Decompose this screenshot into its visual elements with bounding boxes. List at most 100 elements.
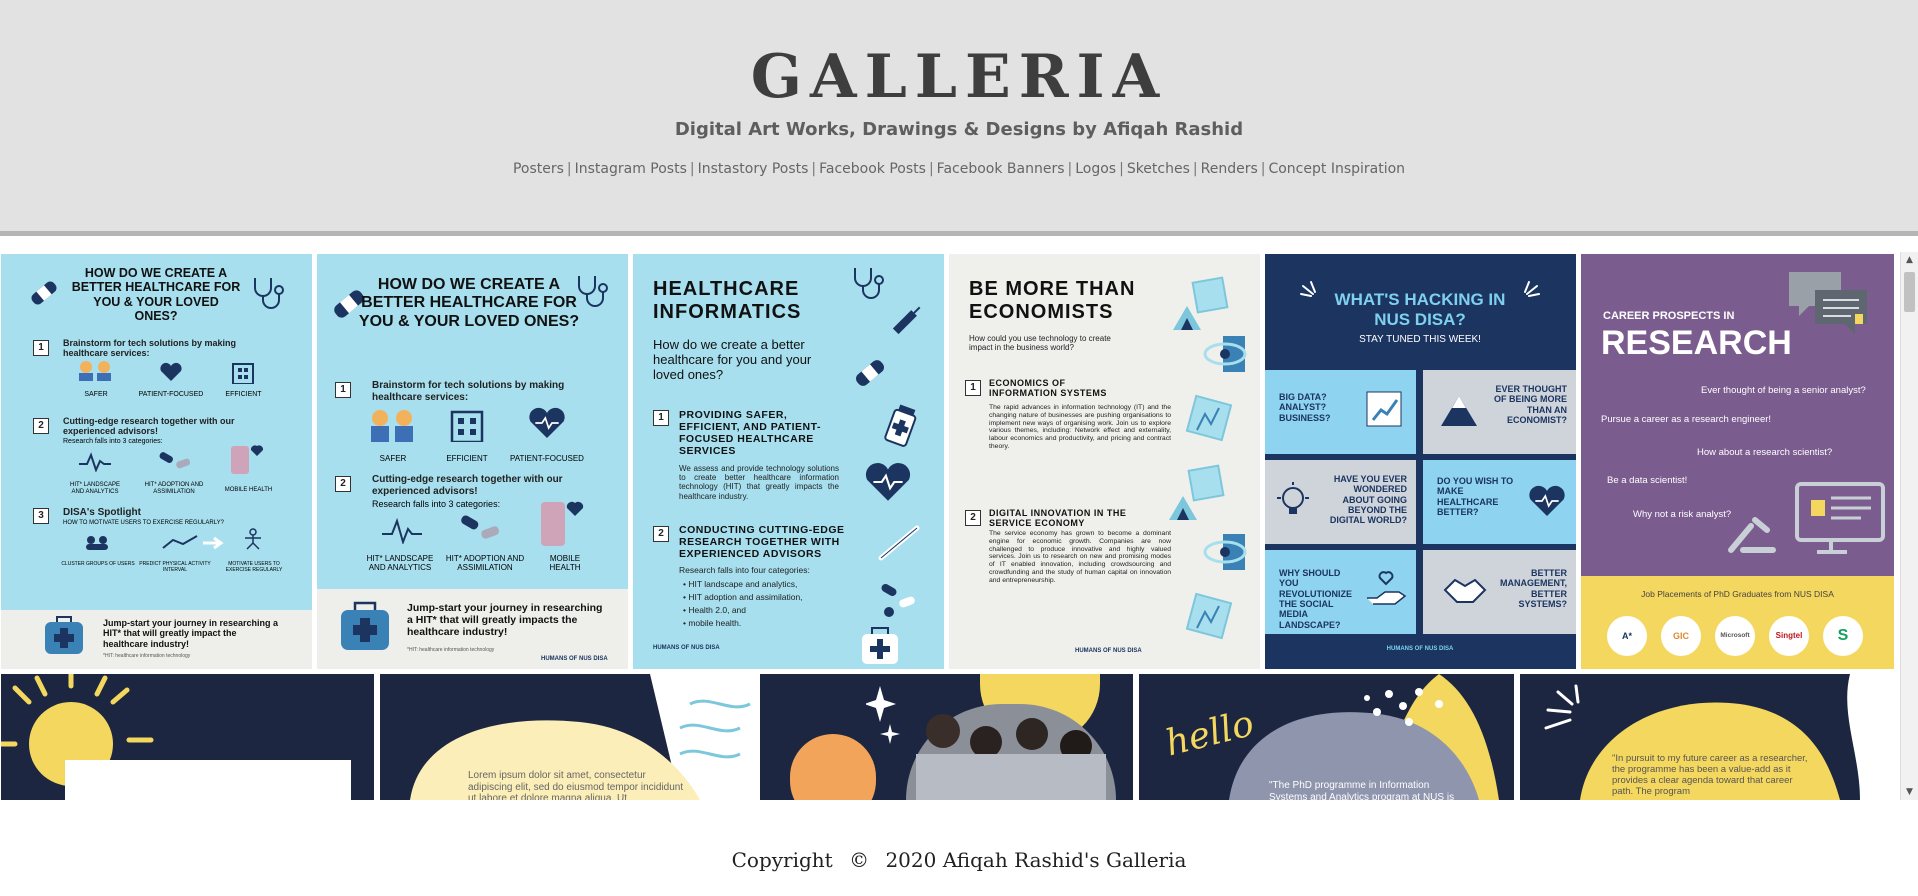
nav-link-posters[interactable]: Posters [513, 161, 564, 177]
nav-link-logos[interactable]: Logos [1075, 161, 1116, 177]
gallery-item-hello-post[interactable]: hello "The PhD programme in Information … [1139, 674, 1514, 800]
gallery-grid[interactable]: HOW DO WE CREATE A BETTER HEALTHCARE FOR… [0, 252, 1918, 800]
step-text: Brainstorm for tech solutions by making … [372, 380, 565, 403]
mountain-icon [1441, 396, 1477, 426]
site-header: GALLERIA Digital Art Works, Drawings & D… [0, 0, 1918, 236]
chart-icon [1169, 464, 1225, 520]
list-item: • HIT landscape and analytics, [683, 579, 798, 589]
icon-label: CLUSTER GROUPS OF USERS [61, 561, 135, 567]
company-logo: A* [1607, 616, 1647, 656]
poster-title: RESEARCH [1601, 324, 1792, 362]
nav-link-instagram-posts[interactable]: Instagram Posts [575, 161, 687, 177]
gallery-item-healthcare-poster-2[interactable]: HOW DO WE CREATE A BETTER HEALTHCARE FOR… [317, 254, 628, 669]
poster-title: HEALTHCARE INFORMATICS [653, 278, 802, 323]
doctors-icon [371, 410, 413, 442]
category-nav: Posters | Instagram Posts | Instastory Posts… [0, 161, 1918, 177]
icon-label: HIT* LANDSCAPE AND ANALYTICS [366, 554, 434, 573]
poster-footnote: *HIT: healthcare information technology [103, 653, 191, 659]
icon-label: MOBILE HEALTH [224, 487, 273, 493]
list-item: • mobile health. [683, 618, 742, 628]
post-quote: "The PhD programme in Information System… [1269, 780, 1455, 800]
step-number: 1 [33, 340, 49, 356]
scrollbar-thumb[interactable] [1904, 272, 1915, 312]
gallery-item-healthcare-poster-1[interactable]: HOW DO WE CREATE A BETTER HEALTHCARE FOR… [1, 254, 312, 669]
step-number: 2 [33, 418, 49, 434]
nav-link-instastory-posts[interactable]: Instastory Posts [698, 161, 809, 177]
poster-subtitle: How do we create a better healthcare for… [653, 337, 812, 382]
grid-cell-text: DO YOU WISH TO MAKE HEALTHCARE BETTER? [1437, 476, 1514, 518]
grid-cell: EVER THOUGHT OF BEING MORE THAN AN ECONO… [1423, 370, 1576, 454]
copyright-label: Copyright [731, 848, 833, 872]
poster-title: HOW DO WE CREATE A BETTER HEALTHCARE FOR… [358, 276, 580, 330]
grid-cell: BETTER MANAGEMENT, BETTER SYSTEMS? [1423, 550, 1576, 634]
company-logo: S [1823, 616, 1863, 656]
poster-subtitle: STAY TUNED THIS WEEK! [1359, 334, 1481, 345]
poster-brand: HUMANS OF NUS DISA [1075, 648, 1142, 654]
hospital-icon [232, 363, 254, 384]
nav-separator: | [1260, 161, 1266, 177]
section-body: We assess and provide technology solutio… [679, 464, 839, 501]
gallery-item-whats-hacking[interactable]: WHAT'S HACKING IN NUS DISA? STAY TUNED T… [1265, 254, 1576, 669]
poster-title: HOW DO WE CREATE A BETTER HEALTHCARE FOR… [71, 266, 241, 324]
gallery-item-photo-post[interactable] [760, 674, 1133, 800]
step-subtext: HOW TO MOTIVATE USERS TO EXERCISE REGULA… [63, 520, 224, 526]
poster-brand: HUMANS OF NUS DISA [1386, 646, 1454, 652]
pulse-icon [382, 518, 422, 544]
gallery-item-quote-post[interactable]: "In pursuit to my future career as a res… [1520, 674, 1894, 800]
post-text: Lorem ipsum dolor sit amet, consectetur … [468, 770, 684, 800]
placements-band: Job Placements of PhD Graduates from NUS… [1581, 576, 1894, 669]
doctors-icon [79, 361, 111, 381]
step-number: 2 [653, 526, 669, 542]
medical-bag-icon [862, 627, 898, 664]
eye-icon [1203, 336, 1247, 372]
sparkle-icon [1300, 281, 1316, 297]
step-text: DISA's Spotlight [63, 507, 141, 518]
gallery-item-career-prospects-research[interactable]: CAREER PROSPECTS IN RESEARCH Ever though… [1581, 254, 1894, 669]
poster-footnote: *HIT: healthcare information technology [407, 647, 495, 653]
nav-link-sketches[interactable]: Sketches [1127, 161, 1190, 177]
scroll-down-arrow[interactable]: ▼ [1901, 784, 1918, 800]
nav-separator: | [566, 161, 572, 177]
gallery-item-lorem-post[interactable]: Lorem ipsum dolor sit amet, consectetur … [380, 674, 754, 800]
icon-label: SAFER [84, 391, 108, 398]
post-quote: "In pursuit to my future career as a res… [1612, 753, 1808, 797]
list-item: • Health 2.0, and [683, 605, 746, 615]
nav-link-concept-inspiration[interactable]: Concept Inspiration [1268, 161, 1405, 177]
icon-label: EFFICIENT [225, 391, 262, 398]
icon-label: HIT* ADOPTION AND ASSIMILATION [144, 482, 204, 495]
pulse-icon [79, 452, 111, 472]
scroll-up-arrow[interactable]: ▲ [1901, 252, 1918, 268]
poster-title: BE MORE THAN ECONOMISTS [969, 278, 1136, 323]
step-number: 1 [965, 380, 981, 396]
stethoscope-icon [254, 278, 284, 309]
gallery-item-be-more-than-economists[interactable]: BE MORE THAN ECONOMISTS How could you us… [949, 254, 1260, 669]
icon-label: PATIENT-FOCUSED [510, 454, 584, 463]
nav-link-facebook-posts[interactable]: Facebook Posts [819, 161, 926, 177]
section-title: DIGITAL INNOVATION IN THE SERVICE ECONOM… [989, 508, 1127, 529]
grid-cell: BIG DATA? ANALYST? BUSINESS? [1265, 370, 1416, 454]
monitor-microscope-icon [1728, 482, 1885, 554]
handshake-icon [1443, 578, 1487, 603]
nav-link-renders[interactable]: Renders [1201, 161, 1258, 177]
heart-icon [865, 463, 911, 501]
heart-icon [160, 362, 182, 381]
poster-cta: Jump-start your journey in researching a… [407, 602, 603, 639]
pills-icon [881, 584, 915, 617]
gallery-item-healthcare-informatics[interactable]: HEALTHCARE INFORMATICS How do we create … [633, 254, 944, 669]
sparkle-icon [866, 686, 900, 744]
icon-label: HIT* LANDSCAPE AND ANALYTICS [69, 482, 120, 495]
step-number: 2 [335, 476, 351, 492]
heart-icon [1529, 485, 1565, 516]
nav-separator: | [1067, 161, 1073, 177]
section-body: The service economy has grown to become … [989, 530, 1171, 584]
gallery-scrollbar[interactable]: ▲ ▼ [1900, 252, 1918, 800]
site-tagline: Digital Art Works, Drawings & Designs by… [674, 119, 1244, 140]
stethoscope-icon [854, 268, 884, 299]
medicine-bottle-icon [884, 404, 917, 447]
gallery-item-sun-post[interactable] [1, 674, 374, 800]
poster-cta: Jump-start your journey in researching a… [103, 618, 279, 649]
nav-link-facebook-banners[interactable]: Facebook Banners [937, 161, 1065, 177]
list-item: • HIT adoption and assimilation, [683, 592, 803, 602]
blob-shape [790, 734, 876, 800]
step-number: 1 [653, 410, 669, 426]
